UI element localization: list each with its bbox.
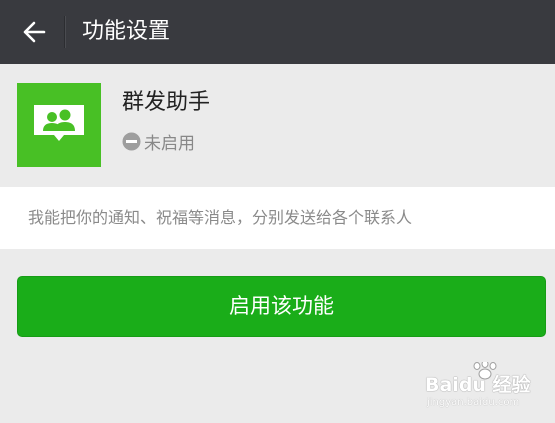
group-chat-icon [17, 83, 101, 167]
plugin-name: 群发助手 [122, 90, 211, 115]
description-panel: 我能把你的通知、祝福等消息，分别发送给各个联系人 [0, 187, 555, 249]
watermark-url: jingyan.baidu.com [427, 397, 520, 408]
title-bar: 功能设置 [0, 0, 555, 64]
page-title: 功能设置 [82, 19, 171, 44]
watermark-brand: Baidu 经验 [425, 374, 531, 396]
back-button[interactable] [10, 12, 56, 52]
status-text: 未启用 [144, 133, 195, 154]
plugin-description: 我能把你的通知、祝福等消息，分别发送给各个联系人 [28, 208, 413, 227]
arrow-left-icon [23, 21, 46, 43]
disabled-minus-icon [122, 132, 141, 150]
baidu-watermark: Baidu 经验 jingyan.baidu.com [425, 362, 555, 412]
enable-feature-button[interactable]: 启用该功能 [17, 276, 546, 337]
plugin-info: 群发助手 未启用 [0, 64, 555, 184]
status-badge: 未启用 [122, 130, 195, 154]
title-divider [64, 16, 65, 48]
